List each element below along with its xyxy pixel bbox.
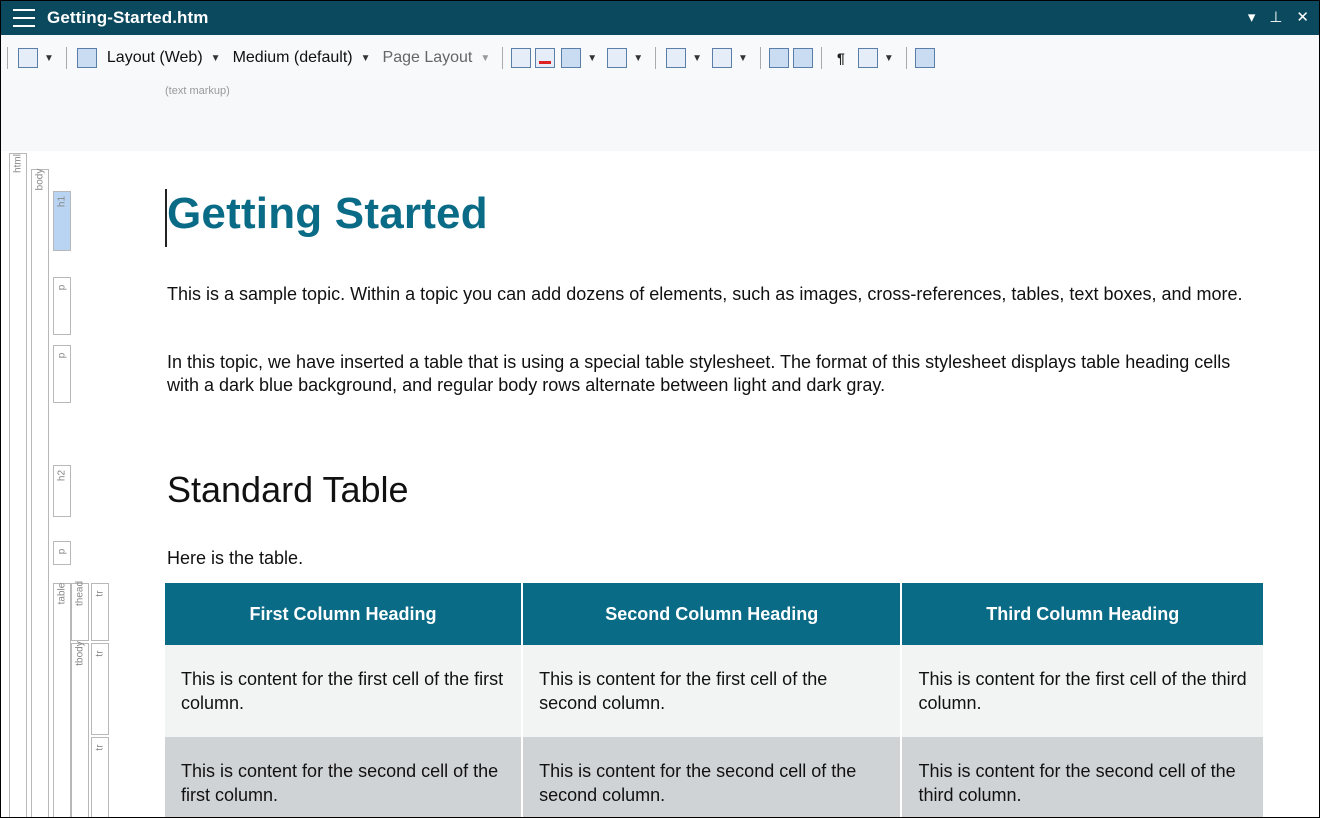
text-insert-icon [712,48,732,68]
structure-label: tr [94,744,106,751]
snippet-icon [607,48,628,68]
table-intro-paragraph[interactable]: Here is the table. [167,547,1257,570]
index-keyword-icon[interactable] [768,48,789,68]
structure-bar-table[interactable]: table [53,583,71,817]
toolbar-separator [759,47,761,69]
medium-label: Medium (default) [232,49,353,66]
paragraph-marks-icon[interactable]: ¶ [831,48,851,68]
style-picker-button[interactable] [75,43,99,73]
structure-label: h1 [56,195,68,208]
table-header-row: First Column Heading Second Column Headi… [165,583,1263,645]
structure-bar-p[interactable]: p [53,277,71,335]
structure-bar-tr[interactable]: tr [91,583,109,641]
editor-window: Getting-Started.htm ▾ ⊥ ✕ ▼ Layout (Web)… [0,0,1320,818]
chevron-down-icon: ▼ [210,52,221,64]
editor-toolbar: ▼ Layout (Web) ▼ Medium (default) ▼ Page… [1,35,1319,81]
pin-icon[interactable]: ⊥ [1269,1,1282,35]
show-hide-button[interactable]: ▼ [856,43,898,73]
structure-label: tbody [74,641,86,666]
column-header[interactable]: First Column Heading [165,583,524,645]
structure-bar-p[interactable]: p [53,345,71,403]
toolbar-separator [502,47,504,69]
column-header[interactable]: Second Column Heading [522,583,903,645]
structure-label: table [56,582,68,605]
preview-button[interactable]: ▼ [16,43,58,73]
toolbar-separator [65,47,67,69]
window-controls: ▾ ⊥ ✕ [1248,1,1309,35]
chevron-down-icon[interactable]: ▼ [633,53,643,64]
structure-label: thead [74,580,86,607]
title-bar: Getting-Started.htm ▾ ⊥ ✕ [1,1,1319,35]
page-layout-dropdown[interactable]: Page Layout ▼ [379,43,495,73]
structure-bar-h1[interactable]: h1 [53,191,71,251]
insert-snippet-button[interactable]: ▼ [605,43,647,73]
medium-dropdown[interactable]: Medium (default) ▼ [229,43,375,73]
chevron-down-icon: ▼ [480,52,491,64]
structure-bar-h2[interactable]: h2 [53,465,71,517]
table-row: This is content for the first cell of th… [165,645,1263,737]
track-changes-icon[interactable] [535,48,556,68]
structure-label: p [56,352,68,359]
concept-icon[interactable] [792,48,813,68]
chevron-down-icon[interactable]: ▼ [692,53,702,64]
chevron-down-icon[interactable]: ▼ [884,53,894,64]
toolbar-separator [7,47,8,69]
insert-variable-button[interactable]: ▼ [664,43,706,73]
structure-bar-tbody[interactable]: tbody [71,641,89,817]
chevron-down-icon: ▼ [360,52,371,64]
section-heading[interactable]: Standard Table [167,469,409,511]
document-editor[interactable]: Getting Started This is a sample topic. … [151,151,1319,817]
table-cell[interactable]: This is content for the second cell of t… [165,737,524,817]
table-cell[interactable]: This is content for the first cell of th… [901,645,1263,737]
insert-text-button[interactable]: ▼ [710,43,752,73]
eye-icon [857,48,878,68]
toggle-panel-icon[interactable] [914,48,935,68]
insert-link-icon[interactable] [511,48,532,68]
dropdown-arrow-icon[interactable]: ▾ [1248,1,1256,35]
paintbrush-icon [76,48,97,68]
table-row: This is content for the second cell of t… [165,737,1263,817]
structure-label: html [12,154,24,173]
chevron-down-icon[interactable]: ▼ [44,53,54,64]
intro-paragraph[interactable]: This is a sample topic. Within a topic y… [167,283,1257,306]
hamburger-menu-icon[interactable] [13,9,35,27]
toolbar-separator [905,47,907,69]
structure-bar-tr[interactable]: tr [91,737,109,817]
structure-label: p [56,284,68,291]
description-paragraph[interactable]: In this topic, we have inserted a table … [167,351,1257,397]
standard-table[interactable]: First Column Heading Second Column Headi… [165,583,1263,817]
table-cell[interactable]: This is content for the first cell of th… [522,645,903,737]
variable-icon [666,48,687,68]
structure-label: tr [94,650,106,657]
structure-bar-body[interactable]: body [31,169,49,817]
structure-label: tr [94,590,106,597]
chevron-down-icon[interactable]: ▼ [587,53,597,64]
layout-dropdown[interactable]: Layout (Web) ▼ [103,43,225,73]
structure-bar-tr[interactable]: tr [91,643,109,735]
insert-image-button[interactable]: ▼ [559,43,601,73]
close-icon[interactable]: ✕ [1296,1,1309,35]
document-tab-title: Getting-Started.htm [47,8,209,27]
toolbar-separator [820,47,822,69]
structure-bar-p[interactable]: p [53,541,71,565]
structure-label: p [56,548,68,555]
chevron-down-icon[interactable]: ▼ [738,53,748,64]
structure-label: body [34,168,46,191]
page-layout-label: Page Layout [382,49,473,66]
table-cell[interactable]: This is content for the second cell of t… [522,737,903,817]
column-header[interactable]: Third Column Heading [901,583,1263,645]
toolbar-separator [655,47,657,69]
structure-bar-html[interactable]: html [9,153,27,817]
image-icon [561,48,582,68]
preview-icon [18,48,38,68]
layout-label: Layout (Web) [106,49,203,66]
topic-heading[interactable]: Getting Started [167,189,488,239]
text-markup-label: (text markup) [165,85,230,97]
table-cell[interactable]: This is content for the first cell of th… [165,645,524,737]
table-cell[interactable]: This is content for the second cell of t… [901,737,1263,817]
structure-label: h2 [56,469,68,482]
structure-bar-thead[interactable]: thead [71,581,89,641]
